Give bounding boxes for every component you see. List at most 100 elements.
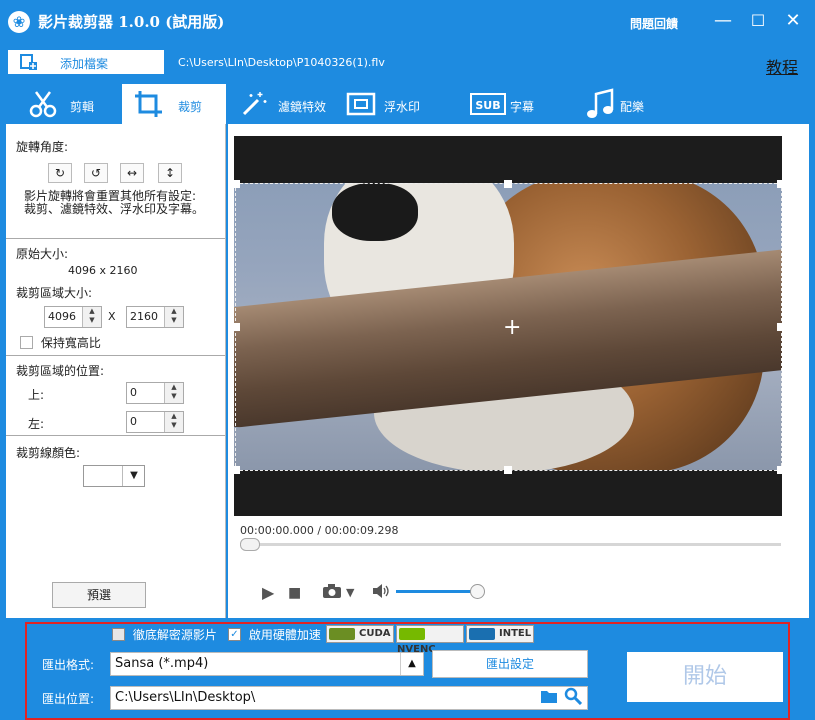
add-file-icon (20, 54, 37, 70)
deinterlace-checkbox[interactable] (112, 628, 125, 641)
down-arrow-icon: ▼ (171, 392, 177, 400)
crop-width-stepper[interactable]: 4096 ▲ ▼ (44, 306, 102, 328)
original-size-label: 原始大小: (16, 247, 69, 261)
deinterlace-label: 徹底解密源影片 (132, 628, 217, 642)
flip-vertical-icon: ↕ (164, 166, 176, 180)
search-icon (564, 687, 583, 706)
crop-handle[interactable] (504, 180, 512, 188)
intel-icon (469, 628, 495, 640)
up-arrow-icon: ▲ (171, 307, 177, 315)
tab-watermark[interactable]: 浮水印 (344, 84, 444, 124)
tab-crop[interactable]: 裁剪 (122, 84, 226, 124)
crop-position-label: 裁剪區域的位置: (16, 364, 105, 378)
seek-handle[interactable] (240, 538, 260, 551)
location-input[interactable]: C:\Users\LIn\Desktop\ (110, 686, 588, 710)
tab-trim[interactable]: 剪輯 (16, 84, 106, 124)
tab-music-label: 配樂 (620, 100, 645, 114)
close-button[interactable]: ✕ (778, 8, 808, 34)
deinterlace-option[interactable]: 徹底解密源影片 (112, 626, 217, 643)
keep-ratio-checkbox[interactable]: 保持寬高比 (20, 334, 101, 351)
top-offset-label: 上: (28, 388, 45, 402)
rotate-ccw-button[interactable]: ↺ (84, 163, 108, 183)
scissors-icon (29, 91, 57, 118)
maximize-button[interactable]: ☐ (743, 8, 773, 34)
crosshair-icon[interactable]: + (503, 317, 521, 339)
format-label: 匯出格式: (42, 658, 95, 672)
rotate-cw-button[interactable]: ↻ (48, 163, 72, 183)
up-arrow-icon: ▲ (171, 412, 177, 420)
minimize-button[interactable]: — (708, 8, 738, 34)
intel-label: INTEL (499, 628, 532, 639)
subtitle-icon: SUB (470, 93, 506, 115)
feedback-link[interactable]: 問題回饋 (630, 15, 678, 32)
line-color-picker[interactable]: ▼ (83, 465, 145, 487)
tutorial-link[interactable]: 教程 (766, 54, 798, 78)
crop-handle[interactable] (232, 180, 240, 188)
top-offset-value: 0 (130, 386, 137, 399)
magic-wand-icon (242, 92, 267, 116)
top-offset-stepper[interactable]: 0 ▲ ▼ (126, 382, 184, 404)
format-value: Sansa (*.mp4) (115, 656, 209, 671)
hw-accel-label: 啟用硬體加速 (248, 628, 321, 642)
tab-filters[interactable]: 濾鏡特效 (236, 84, 336, 124)
title-bar: ❀ 影片裁剪器 1.0.0 (試用版) 問題回饋 — ☐ ✕ (0, 0, 815, 44)
seek-bar[interactable] (240, 543, 781, 546)
down-arrow-icon: ▼ (89, 316, 95, 324)
add-file-label: 添加檔案 (60, 57, 109, 71)
crop-handle[interactable] (777, 323, 785, 331)
crop-height-stepper[interactable]: 2160 ▲ ▼ (126, 306, 184, 328)
flip-vertical-button[interactable]: ↕ (158, 163, 182, 183)
volume-handle[interactable] (469, 584, 485, 599)
crop-handle[interactable] (777, 180, 785, 188)
left-offset-stepper[interactable]: 0 ▲ ▼ (126, 411, 184, 433)
add-file-button[interactable]: 添加檔案 (8, 50, 164, 74)
cuda-label: CUDA (359, 628, 391, 639)
preset-button[interactable]: 預選 (52, 582, 146, 608)
stepper-arrows[interactable]: ▲ ▼ (82, 307, 101, 327)
hw-accel-option[interactable]: ✓ 啟用硬體加速 (228, 626, 321, 643)
line-color-label: 裁剪線顏色: (16, 446, 81, 460)
size-separator: X (108, 310, 116, 323)
flip-horizontal-button[interactable]: ↔ (120, 163, 144, 183)
down-arrow-icon: ▼ (171, 316, 177, 324)
format-select[interactable]: Sansa (*.mp4) ▲ (110, 652, 424, 676)
tab-music[interactable]: 配樂 (586, 84, 666, 124)
location-value: C:\Users\LIn\Desktop\ (115, 690, 256, 705)
play-button[interactable]: ▶ (262, 583, 274, 602)
crop-width-value: 4096 (48, 310, 76, 323)
crop-handle[interactable] (504, 466, 512, 474)
app-logo-icon: ❀ (8, 11, 30, 33)
checkbox-box[interactable] (20, 336, 33, 349)
stepper-arrows[interactable]: ▲ ▼ (164, 307, 183, 327)
chevron-down-icon: ▼ (346, 586, 355, 599)
snapshot-button[interactable] (322, 583, 342, 603)
divider (6, 238, 225, 239)
stop-icon: ■ (288, 585, 302, 601)
snapshot-dropdown[interactable]: ▼ (346, 586, 354, 599)
crop-height-value: 2160 (130, 310, 158, 323)
crop-handle[interactable] (232, 323, 240, 331)
up-arrow-icon: ▲ (171, 383, 177, 391)
tab-watermark-label: 浮水印 (384, 100, 421, 114)
tab-crop-label: 裁剪 (178, 100, 203, 114)
stop-button[interactable]: ■ (288, 585, 301, 601)
stepper-arrows[interactable]: ▲ ▼ (164, 383, 183, 403)
export-settings-button[interactable]: 匯出設定 (432, 650, 588, 678)
rotate-cw-icon: ↻ (54, 166, 66, 180)
open-folder-button[interactable] (564, 687, 583, 706)
browse-folder-button[interactable] (540, 688, 558, 704)
timecode: 00:00:00.000 / 00:00:09.298 (240, 524, 399, 537)
tab-subtitle-label: 字幕 (510, 100, 535, 114)
hw-accel-checkbox[interactable]: ✓ (228, 628, 241, 641)
tab-subtitle[interactable]: SUB 字幕 (470, 84, 550, 124)
crop-handle[interactable] (232, 466, 240, 474)
left-offset-label: 左: (28, 417, 45, 431)
crop-handle[interactable] (777, 466, 785, 474)
start-button[interactable]: 開始 (627, 652, 783, 702)
crop-settings-panel: 旋轉角度: ↻ ↺ ↔ ↕ 影片旋轉將會重置其他所有設定: 裁剪、濾鏡特效、浮水… (6, 124, 226, 618)
volume-button[interactable] (372, 583, 390, 603)
stepper-arrows[interactable]: ▲ ▼ (164, 412, 183, 432)
chevron-up-icon[interactable]: ▲ (400, 653, 423, 675)
play-icon: ▶ (262, 583, 275, 602)
color-swatch (84, 466, 123, 486)
